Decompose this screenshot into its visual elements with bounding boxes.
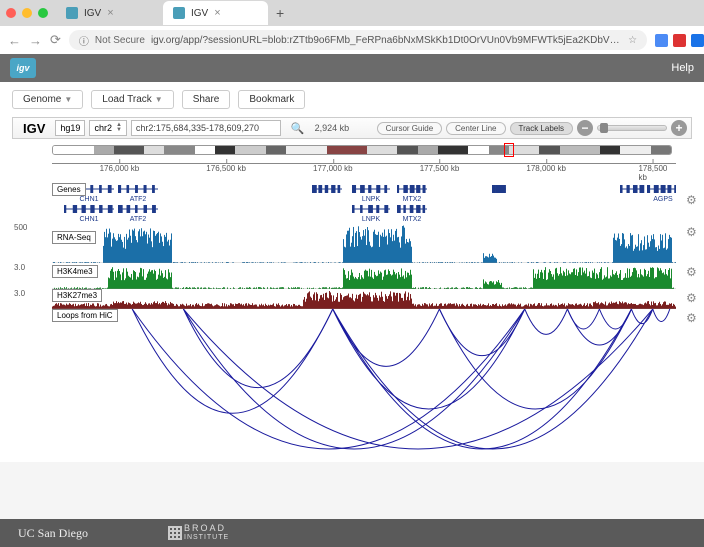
- ideogram[interactable]: [52, 145, 672, 159]
- svg-text:AGPS: AGPS: [653, 196, 673, 203]
- app-body: Genome▼ Load Track▼ Share Bookmark IGV h…: [0, 82, 704, 462]
- locus-bar: IGV hg19 chr2▲▼ 🔍 2,924 kb Cursor Guide …: [12, 117, 692, 139]
- track-label[interactable]: Loops from HiC: [52, 309, 118, 322]
- broad-grid-icon: [168, 526, 182, 540]
- ruler-tick: 178,500 kb: [638, 164, 667, 182]
- h3k4me3-track[interactable]: [52, 263, 676, 289]
- extension-icon[interactable]: [655, 34, 668, 47]
- ruler-tick: 177,500 kb: [420, 164, 460, 173]
- svg-text:LNPK: LNPK: [362, 216, 381, 223]
- app-header: igv Help: [0, 54, 704, 82]
- svg-text:CHN1: CHN1: [79, 196, 98, 203]
- search-icon[interactable]: 🔍: [291, 122, 305, 135]
- back-icon[interactable]: ←: [8, 33, 21, 48]
- url-text: igv.org/app/?sessionURL=blob:rZTtb9o6FMb…: [151, 35, 622, 46]
- caret-down-icon: ▼: [155, 95, 163, 104]
- gear-icon[interactable]: ⚙: [686, 265, 700, 279]
- address-bar-row: ← → ⟳ ⓘ Not Secure igv.org/app/?sessionU…: [0, 26, 704, 54]
- h3k27me3-track[interactable]: [52, 289, 676, 309]
- ruler-tick: 178,000 kb: [526, 164, 566, 173]
- svg-text:MTX2: MTX2: [403, 216, 422, 223]
- app-label: IGV: [17, 121, 51, 136]
- tab-title: IGV: [191, 8, 208, 19]
- caret-down-icon: ▼: [64, 95, 72, 104]
- loops-track[interactable]: [52, 309, 676, 454]
- tab-title: IGV: [84, 8, 101, 19]
- info-icon[interactable]: ⓘ: [79, 33, 89, 48]
- igv-logo[interactable]: igv: [10, 58, 36, 78]
- svg-text:ATF2: ATF2: [130, 196, 147, 203]
- tab-strip: IGV × IGV × +: [0, 0, 704, 26]
- track-label[interactable]: Genes: [52, 183, 86, 196]
- extension-icon[interactable]: [691, 34, 704, 47]
- forward-icon[interactable]: →: [29, 33, 42, 48]
- gear-icon[interactable]: ⚙: [686, 225, 700, 239]
- gear-icon[interactable]: ⚙: [686, 311, 700, 325]
- footer: UC San Diego BROAD INSTITUTE: [0, 519, 704, 547]
- browser-tab[interactable]: IGV ×: [163, 1, 268, 25]
- axis-max: 500: [14, 223, 27, 232]
- stepper-icon: ▲▼: [116, 123, 122, 133]
- close-tab-icon[interactable]: ×: [214, 7, 220, 19]
- maximize-window[interactable]: [38, 8, 48, 18]
- bookmark-button[interactable]: Bookmark: [238, 90, 305, 109]
- ruler-tick: 176,500 kb: [206, 164, 246, 173]
- axis-max: 3.0: [14, 289, 25, 298]
- svg-text:ATF2: ATF2: [130, 216, 147, 223]
- zoom-out-button[interactable]: −: [577, 120, 593, 136]
- reload-icon[interactable]: ⟳: [50, 32, 61, 48]
- rnaseq-track[interactable]: [52, 223, 676, 263]
- broad-logo: BROAD INSTITUTE: [168, 524, 229, 542]
- chrom-select[interactable]: chr2▲▼: [89, 120, 126, 136]
- url-bar[interactable]: ⓘ Not Secure igv.org/app/?sessionURL=blo…: [69, 30, 647, 50]
- center-line-toggle[interactable]: Center Line: [446, 122, 505, 135]
- genes-track[interactable]: CHN1ATF2LNPKMTX2AGPSPDE11CHN1ATF2LNPKMTX…: [52, 183, 676, 223]
- zoom-slider[interactable]: [597, 125, 667, 131]
- ucsd-logo: UC San Diego: [18, 526, 88, 541]
- svg-text:LNPK: LNPK: [362, 196, 381, 203]
- track-labels-toggle[interactable]: Track Labels: [510, 122, 574, 135]
- favicon-icon: [66, 7, 78, 19]
- locus-input[interactable]: [131, 120, 281, 136]
- track-panel: Genes ⚙ CHN1ATF2LNPKMTX2AGPSPDE11CHN1ATF…: [12, 183, 692, 454]
- axis-max: 3.0: [14, 263, 25, 272]
- extension-icons: ⋮: [655, 34, 704, 47]
- zoom-control: − +: [577, 120, 687, 136]
- genome-menu[interactable]: Genome▼: [12, 90, 83, 109]
- minimize-window[interactable]: [22, 8, 32, 18]
- load-track-menu[interactable]: Load Track▼: [91, 90, 173, 109]
- ruler[interactable]: 176,000 kb 176,500 kb 177,000 kb 177,500…: [52, 163, 676, 183]
- gear-icon[interactable]: ⚙: [686, 291, 700, 305]
- svg-text:MTX2: MTX2: [403, 196, 422, 203]
- star-icon[interactable]: ☆: [628, 35, 637, 46]
- span-label: 2,924 kb: [315, 123, 350, 133]
- ideogram-view-box: [504, 143, 514, 157]
- menu-buttons: Genome▼ Load Track▼ Share Bookmark: [12, 90, 692, 109]
- gear-icon[interactable]: ⚙: [686, 193, 700, 207]
- track-label[interactable]: H3K27me3: [52, 289, 102, 302]
- ruler-tick: 176,000 kb: [100, 164, 140, 173]
- help-link[interactable]: Help: [671, 62, 694, 74]
- window-controls[interactable]: [6, 8, 48, 18]
- zoom-in-button[interactable]: +: [671, 120, 687, 136]
- extension-icon[interactable]: [673, 34, 686, 47]
- svg-text:CHN1: CHN1: [79, 216, 98, 223]
- genome-select[interactable]: hg19: [55, 120, 85, 136]
- new-tab-button[interactable]: +: [276, 5, 284, 21]
- track-label[interactable]: RNA-Seq: [52, 231, 96, 244]
- favicon-icon: [173, 7, 185, 19]
- security-status: Not Secure: [95, 35, 145, 46]
- track-label[interactable]: H3K4me3: [52, 265, 98, 278]
- browser-chrome: IGV × IGV × + ← → ⟳ ⓘ Not Secure igv.org…: [0, 0, 704, 54]
- browser-tab[interactable]: IGV ×: [56, 1, 161, 25]
- close-tab-icon[interactable]: ×: [107, 7, 113, 19]
- close-window[interactable]: [6, 8, 16, 18]
- ruler-tick: 177,000 kb: [313, 164, 353, 173]
- share-button[interactable]: Share: [182, 90, 231, 109]
- cursor-guide-toggle[interactable]: Cursor Guide: [377, 122, 443, 135]
